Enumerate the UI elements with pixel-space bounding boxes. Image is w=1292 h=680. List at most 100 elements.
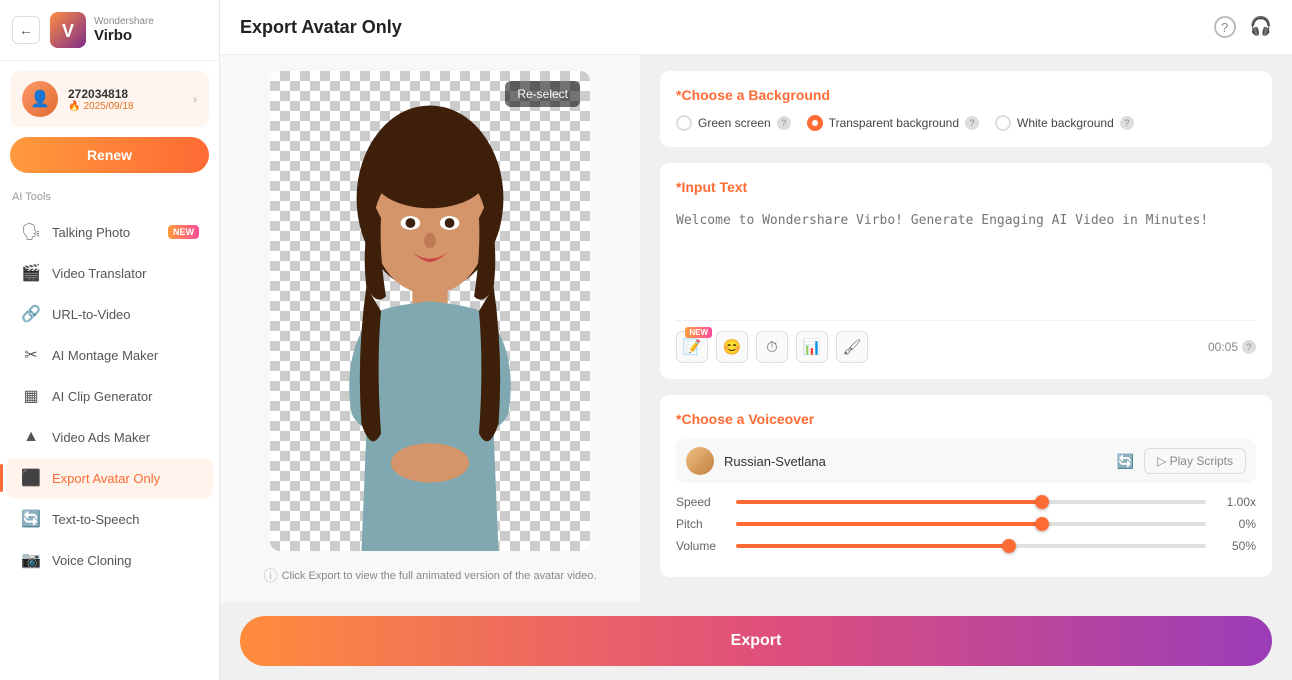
sidebar-item-talking-photo[interactable]: 🗣 Talking Photo NEW	[6, 212, 213, 252]
timer-display: 00:05 ?	[1208, 340, 1256, 354]
ai-montage-maker-label: AI Montage Maker	[52, 348, 199, 363]
export-button[interactable]: Export	[240, 616, 1272, 666]
headset-icon[interactable]: 🎧	[1250, 16, 1272, 38]
svg-text:V: V	[62, 21, 74, 41]
pause-icon: ⏱	[766, 339, 778, 356]
sidebar-item-ai-clip-generator[interactable]: ▦ AI Clip Generator	[6, 376, 213, 416]
brand-product: Virbo	[94, 27, 154, 44]
volume-slider-thumb[interactable]	[1002, 539, 1016, 553]
voice-cloning-label: Voice Cloning	[52, 553, 199, 568]
voice-name: Russian-Svetlana	[724, 454, 1107, 469]
radio-green-screen[interactable]	[676, 115, 692, 131]
user-expiry: 🔥 2025/09/18	[68, 101, 183, 112]
speed-slider-track[interactable]	[736, 500, 1206, 504]
pitch-label: Pitch	[676, 517, 726, 531]
bg-label-green-screen: Green screen	[698, 116, 771, 130]
pitch-value: 0%	[1216, 517, 1256, 531]
main-content: Export Avatar Only ? 🎧 Re-select	[220, 0, 1292, 680]
avatar-image	[300, 81, 560, 551]
ai-clip-generator-icon: ▦	[20, 385, 42, 407]
reselect-button[interactable]: Re-select	[505, 81, 580, 107]
sidebar-item-ai-montage-maker[interactable]: ✂ AI Montage Maker	[6, 335, 213, 375]
pitch-slider-track[interactable]	[736, 522, 1206, 526]
bg-option-green-screen[interactable]: Green screen ?	[676, 115, 791, 131]
text-to-speech-icon: 🔄	[20, 508, 42, 530]
help-icon[interactable]: ?	[1214, 16, 1236, 38]
preview-hint: ⓘ Click Export to view the full animated…	[264, 566, 597, 586]
voice-avatar-icon	[686, 447, 714, 475]
pause-btn[interactable]: ⏱	[756, 331, 788, 363]
export-bar: Export	[220, 602, 1292, 680]
help-white-icon[interactable]: ?	[1120, 116, 1134, 130]
pitch-slider-thumb[interactable]	[1035, 517, 1049, 531]
sidebar-header: ← V Wondershare Virbo	[0, 0, 219, 61]
video-translator-icon: 🎬	[20, 262, 42, 284]
right-panel: *Choose a Background Green screen ? Tran…	[640, 55, 1292, 602]
ai-tools-label: AI Tools	[0, 187, 219, 211]
user-card-arrow-icon: ›	[193, 92, 197, 106]
brush-btn[interactable]: 🖌	[836, 331, 868, 363]
radio-transparent[interactable]	[807, 115, 823, 131]
talking-photo-label: Talking Photo	[52, 225, 158, 240]
sidebar-item-export-avatar-only[interactable]: ⬛ Export Avatar Only	[6, 458, 213, 498]
bg-option-transparent[interactable]: Transparent background ?	[807, 115, 979, 131]
emotion-icon: 😊	[723, 338, 742, 356]
renew-button[interactable]: Renew	[10, 137, 209, 173]
help-green-icon[interactable]: ?	[777, 116, 791, 130]
export-avatar-only-label: Export Avatar Only	[52, 471, 199, 486]
play-scripts-button[interactable]: ▷ Play Scripts	[1144, 448, 1246, 474]
preview-container: Re-select	[270, 71, 590, 556]
sidebar-item-url-to-video[interactable]: 🔗 URL-to-Video	[6, 294, 213, 334]
logo-area: V Wondershare Virbo	[50, 12, 154, 48]
voiceover-row: Russian-Svetlana 🔄 ▷ Play Scripts	[676, 439, 1256, 483]
talking-photo-icon: 🗣	[20, 221, 42, 243]
brush-icon: 🖌	[842, 338, 861, 356]
url-to-video-icon: 🔗	[20, 303, 42, 325]
emotion-btn[interactable]: 😊	[716, 331, 748, 363]
volume-label: Volume	[676, 539, 726, 553]
help-transparent-icon[interactable]: ?	[965, 116, 979, 130]
back-button[interactable]: ←	[12, 16, 40, 44]
new-feature-btn[interactable]: 📝 NEW	[676, 331, 708, 363]
sidebar-item-video-ads-maker[interactable]: ▲ Video Ads Maker	[6, 417, 213, 457]
ai-clip-generator-label: AI Clip Generator	[52, 389, 199, 404]
text-input[interactable]	[676, 207, 1256, 317]
radio-white[interactable]	[995, 115, 1011, 131]
user-id: 272034818	[68, 87, 183, 101]
input-text-title: *Input Text	[676, 179, 1256, 195]
pitch-slider-fill	[736, 522, 1042, 526]
help-timer-icon[interactable]: ?	[1242, 340, 1256, 354]
speed-label: Speed	[676, 495, 726, 509]
header-icons: ? 🎧	[1214, 16, 1272, 38]
video-ads-maker-icon: ▲	[20, 426, 42, 448]
ai-montage-maker-icon: ✂	[20, 344, 42, 366]
volume-value: 50%	[1216, 539, 1256, 553]
user-card[interactable]: 👤 272034818 🔥 2025/09/18 ›	[10, 71, 209, 127]
voice-cloning-icon: 📷	[20, 549, 42, 571]
main-body: Re-select	[220, 55, 1292, 602]
nav-items: 🗣 Talking Photo NEW 🎬 Video Translator 🔗…	[0, 211, 219, 581]
sidebar-item-voice-cloning[interactable]: 📷 Voice Cloning	[6, 540, 213, 580]
video-ads-maker-label: Video Ads Maker	[52, 430, 199, 445]
emphasis-btn[interactable]: 📊	[796, 331, 828, 363]
brand-text: Wondershare Virbo	[94, 16, 154, 44]
input-text-section: *Input Text 📝 NEW 😊 ⏱ 📊	[660, 163, 1272, 379]
brand-company: Wondershare	[94, 16, 154, 27]
speed-slider-thumb[interactable]	[1035, 495, 1049, 509]
text-toolbar: 📝 NEW 😊 ⏱ 📊 🖌	[676, 320, 1256, 363]
sidebar-item-video-translator[interactable]: 🎬 Video Translator	[6, 253, 213, 293]
url-to-video-label: URL-to-Video	[52, 307, 199, 322]
sidebar-item-text-to-speech[interactable]: 🔄 Text-to-Speech	[6, 499, 213, 539]
preview-area: Re-select	[220, 55, 640, 602]
text-to-speech-label: Text-to-Speech	[52, 512, 199, 527]
new-badge: NEW	[685, 327, 712, 338]
avatar-preview: Re-select	[270, 71, 590, 551]
emphasis-icon: 📊	[803, 338, 822, 356]
user-info: 272034818 🔥 2025/09/18	[68, 87, 183, 112]
volume-slider-fill	[736, 544, 1009, 548]
refresh-icon[interactable]: 🔄	[1117, 453, 1134, 470]
bg-option-white[interactable]: White background ?	[995, 115, 1134, 131]
video-translator-label: Video Translator	[52, 266, 199, 281]
speed-slider-row: Speed 1.00x	[676, 495, 1256, 509]
volume-slider-track[interactable]	[736, 544, 1206, 548]
